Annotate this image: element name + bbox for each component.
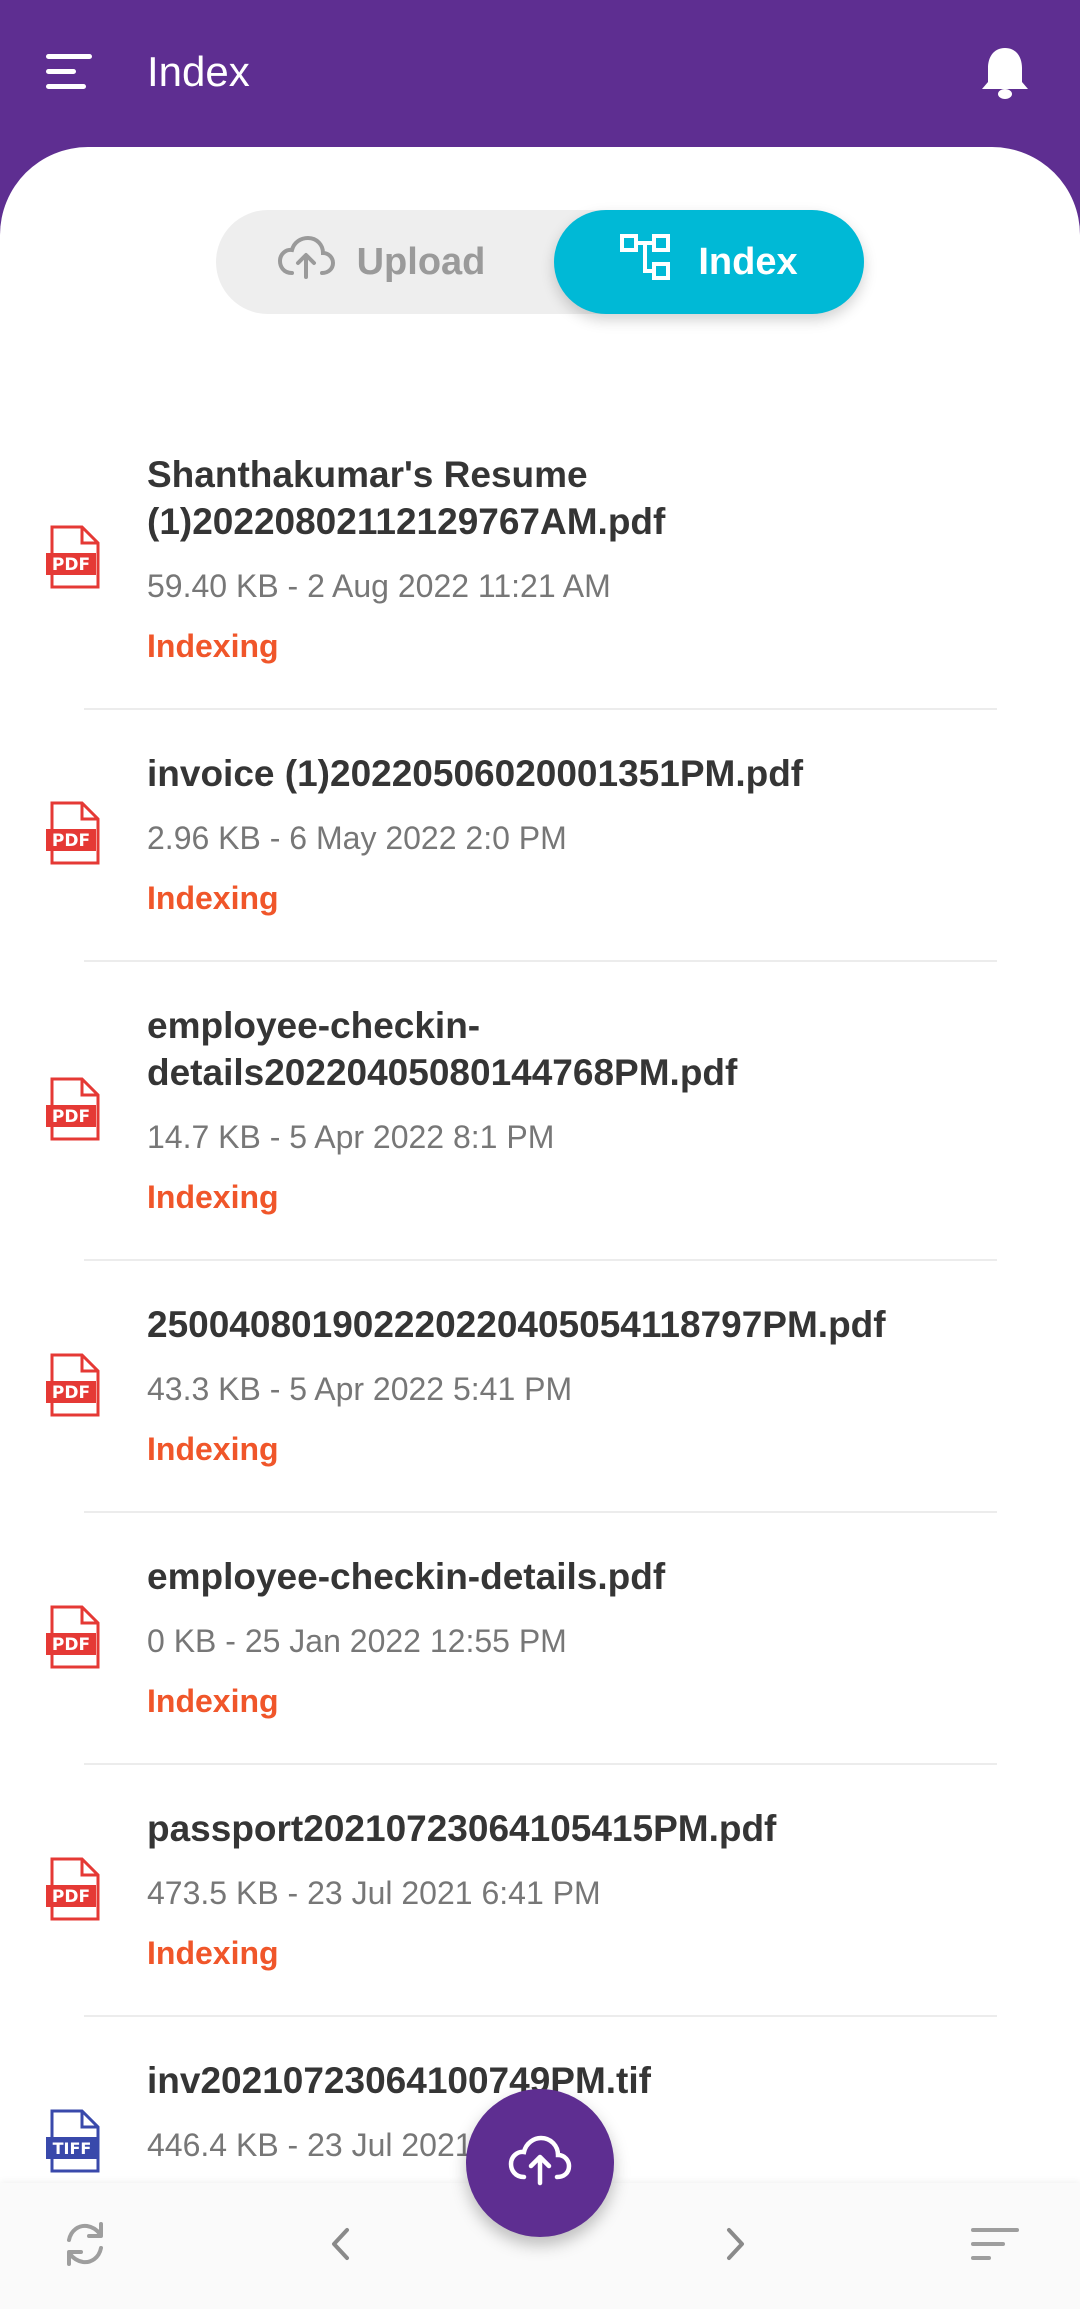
tiff-icon: TIFF — [44, 2109, 104, 2173]
upload-fab[interactable] — [466, 2089, 614, 2237]
file-meta: 473.5 KB - 23 Jul 2021 6:41 PM — [147, 1875, 601, 1911]
divider — [84, 1511, 997, 1513]
hierarchy-icon — [620, 233, 672, 291]
chevron-right-icon — [721, 2224, 751, 2269]
svg-text:PDF: PDF — [52, 1107, 90, 1127]
pdf-icon: PDF — [44, 801, 104, 865]
pdf-icon: PDF — [44, 525, 104, 589]
file-name: invoice (1)20220506020001351PM.pdf — [147, 753, 804, 794]
svg-text:PDF: PDF — [52, 1635, 90, 1655]
previous-button[interactable] — [300, 2183, 380, 2309]
sort-button[interactable] — [950, 2183, 1040, 2309]
file-name: inv20210723064100749PM.tif — [147, 2060, 651, 2101]
svg-text:PDF: PDF — [52, 1383, 90, 1403]
file-name: passport20210723064105415PM.pdf — [147, 1808, 777, 1849]
app-bar: Index — [0, 0, 1080, 150]
status-label: Indexing — [147, 1935, 279, 1971]
pdf-icon: PDF — [44, 1857, 104, 1921]
pdf-icon: PDF — [44, 1353, 104, 1417]
file-meta: 14.7 KB - 5 Apr 2022 8:1 PM — [147, 1119, 555, 1155]
file-name: 25004080190222022040505411879​7PM.pdf — [147, 1304, 886, 1345]
file-meta: 0 KB - 25 Jan 2022 12:55 PM — [147, 1623, 567, 1659]
file-name: Shanthakumar's Resume (1)202208021121297… — [147, 454, 666, 542]
status-label: Indexing — [147, 1179, 279, 1215]
file-meta: 2.96 KB - 6 May 2022 2:0 PM — [147, 820, 567, 856]
divider — [84, 1763, 997, 1765]
svg-text:TIFF: TIFF — [53, 2139, 92, 2158]
next-button[interactable] — [696, 2183, 776, 2309]
status-label: Indexing — [147, 628, 279, 664]
content-sheet: Upload Index PDF Shanthakumar's Resume ( — [0, 147, 1080, 2309]
status-label: Indexing — [147, 880, 279, 916]
divider — [84, 708, 997, 710]
bell-icon[interactable] — [978, 44, 1032, 102]
refresh-button[interactable] — [40, 2183, 130, 2309]
tab-upload-label: Upload — [356, 240, 486, 283]
pdf-icon: PDF — [44, 1605, 104, 1669]
refresh-icon — [59, 2216, 111, 2277]
chevron-left-icon — [325, 2224, 355, 2269]
file-name: employee-checkin- details202204050801447… — [147, 1005, 738, 1093]
divider — [84, 960, 997, 962]
page-title: Index — [147, 48, 250, 95]
status-label: Indexing — [147, 1431, 279, 1467]
file-name: employee-checkin-details.pdf — [147, 1556, 666, 1597]
tab-upload[interactable]: Upload — [216, 210, 546, 314]
divider — [84, 1259, 997, 1261]
svg-text:PDF: PDF — [52, 831, 90, 851]
pdf-icon: PDF — [44, 1077, 104, 1141]
menu-icon[interactable] — [44, 50, 96, 94]
sort-icon — [969, 2224, 1021, 2269]
divider — [84, 2015, 997, 2017]
cloud-upload-icon — [508, 2135, 572, 2192]
tab-index[interactable]: Index — [554, 210, 864, 314]
status-label: Indexing — [147, 1683, 279, 1719]
file-meta: 59.40 KB - 2 Aug 2022 11:21 AM — [147, 568, 611, 604]
mode-switch: Upload Index — [216, 210, 864, 314]
svg-text:PDF: PDF — [52, 555, 90, 575]
tab-index-label: Index — [698, 240, 798, 283]
file-meta: 43.3 KB - 5 Apr 2022 5:41 PM — [147, 1371, 573, 1407]
cloud-upload-icon — [277, 235, 335, 289]
svg-text:PDF: PDF — [52, 1887, 90, 1907]
